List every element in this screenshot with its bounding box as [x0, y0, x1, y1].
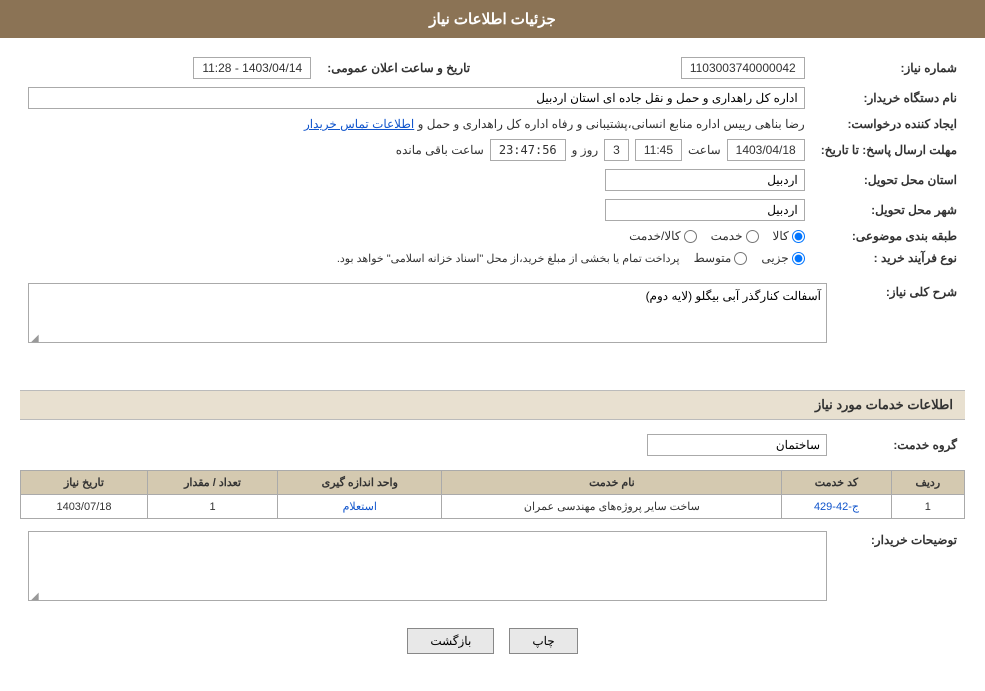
cell-date: 1403/07/18 — [21, 495, 148, 519]
services-data-table: ردیف کد خدمت نام خدمت واحد اندازه گیری ت… — [20, 470, 965, 519]
watermark-area — [20, 360, 965, 380]
purchase-type-note: پرداخت تمام یا بخشی از مبلغ خرید،از محل … — [337, 252, 680, 265]
col-header-qty: تعداد / مقدار — [147, 471, 277, 495]
need-description-label: شرح کلی نیاز: — [835, 279, 965, 350]
category-label-both: کالا/خدمت — [629, 229, 680, 243]
reply-time: 11:45 — [635, 139, 682, 161]
purchase-type-label-medium: متوسط — [694, 251, 732, 265]
delivery-province-input[interactable] — [605, 169, 805, 191]
cell-unit: استعلام — [278, 495, 442, 519]
cell-rownum: 1 — [891, 495, 964, 519]
remaining-time: 23:47:56 — [490, 139, 566, 161]
buyer-org-input[interactable] — [28, 87, 805, 109]
need-number-label: شماره نیاز: — [813, 53, 965, 83]
creator-label: ایجاد کننده درخواست: — [813, 113, 965, 135]
purchase-type-label: نوع فرآیند خرید : — [813, 247, 965, 269]
category-radio-goods[interactable] — [792, 230, 805, 243]
buyer-org-label: نام دستگاه خریدار: — [813, 83, 965, 113]
buyer-notes-table: توضیحات خریدار: ◢ — [20, 527, 965, 608]
page-title: جزئیات اطلاعات نیاز — [429, 11, 556, 28]
delivery-province-label: استان محل تحویل: — [813, 165, 965, 195]
buyer-notes-label: توضیحات خریدار: — [835, 527, 965, 608]
col-header-rownum: ردیف — [891, 471, 964, 495]
service-group-input[interactable] — [647, 434, 827, 456]
purchase-type-item-medium: متوسط — [694, 251, 748, 265]
need-number-value: 1103003740000042 — [681, 57, 805, 79]
resize-handle-icon: ◢ — [31, 333, 39, 344]
remaining-time-label: ساعت باقی مانده — [396, 143, 484, 157]
delivery-city-label: شهر محل تحویل: — [813, 195, 965, 225]
category-label-service: خدمت — [711, 229, 743, 243]
remaining-days-label: روز و — [572, 143, 599, 157]
service-group-label: گروه خدمت: — [835, 430, 965, 460]
services-section-title: اطلاعات خدمات مورد نیاز — [20, 390, 965, 420]
category-item-both: کالا/خدمت — [629, 229, 696, 243]
category-radio-group: کالا خدمت کالا/خدمت — [28, 229, 805, 243]
service-group-table: گروه خدمت: — [20, 430, 965, 460]
col-header-code: کد خدمت — [782, 471, 891, 495]
category-label: طبقه بندی موضوعی: — [813, 225, 965, 247]
announce-datetime-label: تاریخ و ساعت اعلان عمومی: — [319, 53, 500, 83]
creator-value: رضا بناهی رییس اداره منابع انسانی،پشتیبا… — [418, 117, 805, 131]
resize-handle2-icon: ◢ — [31, 591, 39, 602]
cell-qty: 1 — [147, 495, 277, 519]
col-header-unit: واحد اندازه گیری — [278, 471, 442, 495]
category-radio-service[interactable] — [746, 230, 759, 243]
creator-contact-link[interactable]: اطلاعات تماس خریدار — [304, 117, 414, 131]
reply-time-label: ساعت — [688, 143, 721, 157]
need-description-table: شرح کلی نیاز: آسفالت کنارگذر آبی بیگلو (… — [20, 279, 965, 350]
category-label-goods: کالا — [773, 229, 789, 243]
action-buttons: چاپ بازگشت — [20, 628, 965, 674]
purchase-type-radio-medium[interactable] — [734, 252, 747, 265]
purchase-type-item-minor: جزیی — [761, 251, 804, 265]
announce-datetime-value: 1403/04/14 - 11:28 — [193, 57, 311, 79]
purchase-type-radio-minor[interactable] — [792, 252, 805, 265]
remaining-days: 3 — [604, 139, 629, 161]
col-header-name: نام خدمت — [442, 471, 782, 495]
reply-date: 1403/04/18 — [727, 139, 805, 161]
buyer-notes-textarea[interactable] — [28, 531, 827, 601]
print-button[interactable]: چاپ — [509, 628, 577, 654]
cell-name: ساخت سایر پروژه‌های مهندسی عمران — [442, 495, 782, 519]
category-radio-both[interactable] — [684, 230, 697, 243]
back-button[interactable]: بازگشت — [407, 628, 494, 654]
cell-code: ج-42-429 — [782, 495, 891, 519]
table-row: 1 ج-42-429 ساخت سایر پروژه‌های مهندسی عم… — [21, 495, 965, 519]
col-header-date: تاریخ نیاز — [21, 471, 148, 495]
reply-deadline-label: مهلت ارسال پاسخ: تا تاریخ: — [813, 135, 965, 165]
page-header: جزئیات اطلاعات نیاز — [0, 0, 985, 38]
purchase-type-label-minor: جزیی — [761, 251, 788, 265]
category-item-goods: کالا — [773, 229, 805, 243]
main-info-table: شماره نیاز: 1103003740000042 تاریخ و ساع… — [20, 53, 965, 269]
category-item-service: خدمت — [711, 229, 759, 243]
delivery-city-input[interactable] — [605, 199, 805, 221]
purchase-type-radio-group: جزیی متوسط پرداخت تمام یا بخشی از مبلغ خ… — [28, 251, 805, 265]
need-description-textarea[interactable]: آسفالت کنارگذر آبی بیگلو (لایه دوم) — [28, 283, 827, 343]
